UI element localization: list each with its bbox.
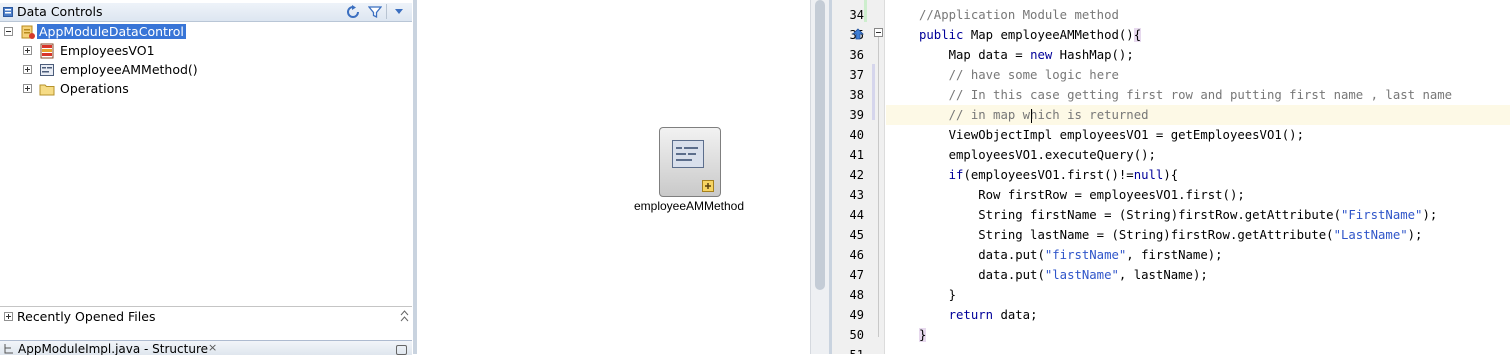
tree-item-app-module-data-control[interactable]: AppModuleDataControl xyxy=(0,23,400,42)
structure-tab[interactable]: AppModuleImpl.java - Structure × xyxy=(0,340,412,355)
tree-item-employees-vo1[interactable]: EmployeesVO1 xyxy=(0,42,400,61)
code-line[interactable]: 42 if(employeesVO1.first()!=null){ xyxy=(832,165,1510,185)
line-number: 36 xyxy=(849,48,864,62)
expand-toggle[interactable] xyxy=(4,312,13,321)
override-arrow-icon[interactable] xyxy=(852,28,864,40)
line-number: 49 xyxy=(849,308,864,322)
code-text: data.put("lastName", lastName); xyxy=(919,268,1208,282)
code-text: // In this case getting first row and pu… xyxy=(948,88,1453,102)
tree-item-employee-am-method[interactable]: employeeAMMethod() xyxy=(0,61,400,80)
code-line[interactable]: 41 employeesVO1.executeQuery(); xyxy=(832,145,1510,165)
recently-opened-files-bar[interactable]: Recently Opened Files xyxy=(0,306,412,325)
panel-icon xyxy=(3,7,13,17)
line-number: 40 xyxy=(849,128,864,142)
data-controls-title: Data Controls xyxy=(17,4,103,19)
line-number: 43 xyxy=(849,188,864,202)
line-number: 39 xyxy=(849,108,864,122)
code-text: //Application Module method xyxy=(919,8,1119,22)
code-text: } xyxy=(919,328,927,342)
folder-icon xyxy=(39,84,55,96)
code-text: employeesVO1.executeQuery(); xyxy=(919,148,1156,162)
code-line[interactable]: 43 Row firstRow = employeesVO1.first(); xyxy=(832,185,1510,205)
code-text: String firstName = (String)firstRow.getA… xyxy=(919,208,1438,222)
structure-tab-label: AppModuleImpl.java - Structure xyxy=(18,342,208,355)
view-object-icon xyxy=(40,43,54,59)
toolbar-separator xyxy=(386,4,387,19)
code-text: return data; xyxy=(948,308,1038,322)
code-line[interactable]: 35public Map employeeAMMethod(){ xyxy=(832,25,1510,45)
data-control-icon xyxy=(21,25,35,39)
data-controls-panel: Data Controls AppModuleDataControl Emplo… xyxy=(0,0,413,355)
page-definition-canvas: employeeAMMethod xyxy=(417,0,810,354)
line-number: 51 xyxy=(832,348,864,354)
line-number: 47 xyxy=(849,268,864,282)
method-icon xyxy=(672,140,704,168)
code-text: } xyxy=(948,288,957,302)
data-controls-header: Data Controls xyxy=(0,3,412,22)
line-number: 44 xyxy=(849,208,864,222)
method-icon xyxy=(40,64,54,76)
tree-item-label: AppModuleDataControl xyxy=(37,24,186,39)
recently-opened-files-label: Recently Opened Files xyxy=(17,309,156,324)
code-line[interactable]: 40 ViewObjectImpl employeesVO1 = getEmpl… xyxy=(832,125,1510,145)
line-number: 34 xyxy=(849,8,864,22)
code-line[interactable]: 46 data.put("firstName", firstName); xyxy=(832,245,1510,265)
code-text: public Map employeeAMMethod(){ xyxy=(919,28,1142,42)
code-line[interactable]: 44 String firstName = (String)firstRow.g… xyxy=(832,205,1510,225)
code-text: // in map which is returned xyxy=(948,108,1149,122)
tree-item-label: Operations xyxy=(60,81,129,96)
text-caret xyxy=(1031,109,1032,123)
chevron-down-icon[interactable] xyxy=(394,8,404,16)
line-number: 42 xyxy=(849,168,864,182)
collapse-toggle[interactable] xyxy=(4,27,13,36)
code-editor[interactable]: 34 //Application Module method 35public Ma… xyxy=(832,0,1510,354)
structure-icon xyxy=(4,344,13,354)
code-line[interactable]: 47 data.put("lastName", lastName); xyxy=(832,265,1510,285)
scroll-arrows-icon[interactable] xyxy=(400,310,409,322)
code-line[interactable]: 38 // In this case getting first row and… xyxy=(832,85,1510,105)
line-number: 41 xyxy=(849,148,864,162)
scrollbar-thumb[interactable] xyxy=(815,0,825,290)
vertical-scrollbar[interactable] xyxy=(810,0,829,354)
code-line[interactable]: 36 Map data = new HashMap(); xyxy=(832,45,1510,65)
code-text: Row firstRow = employeesVO1.first(); xyxy=(919,188,1245,202)
code-text: // have some logic here xyxy=(948,68,1119,82)
expand-toggle[interactable] xyxy=(23,46,32,55)
code-line[interactable]: 48 } xyxy=(832,285,1510,305)
tree-item-label: EmployeesVO1 xyxy=(60,43,155,58)
code-text: String lastName = (String)firstRow.getAt… xyxy=(919,228,1423,242)
fold-toggle[interactable] xyxy=(874,28,883,37)
code-text: data.put("firstName", firstName); xyxy=(919,248,1223,262)
close-icon[interactable]: × xyxy=(208,341,217,354)
change-marker xyxy=(872,64,875,120)
tree-item-operations[interactable]: Operations xyxy=(0,80,400,99)
tree-item-label: employeeAMMethod() xyxy=(60,62,198,77)
method-binding-label: employeeAMMethod xyxy=(633,199,745,213)
code-line[interactable]: 37 // have some logic here xyxy=(832,65,1510,85)
filter-icon[interactable] xyxy=(368,5,382,19)
code-line[interactable]: 51 xyxy=(832,345,1510,354)
line-number: 45 xyxy=(849,228,864,242)
refresh-icon[interactable] xyxy=(346,5,360,19)
line-number: 38 xyxy=(849,88,864,102)
code-line[interactable]: 50} xyxy=(832,325,1510,345)
change-marker xyxy=(864,0,867,22)
code-line[interactable]: 45 String lastName = (String)firstRow.ge… xyxy=(832,225,1510,245)
code-text: if(employeesVO1.first()!=null){ xyxy=(948,168,1179,182)
binding-badge-icon xyxy=(702,180,714,192)
code-text: ViewObjectImpl employeesVO1 = getEmploye… xyxy=(919,128,1304,142)
code-line[interactable]: 39 // in map which is returned xyxy=(832,105,1510,125)
fold-line xyxy=(878,37,879,337)
code-line[interactable]: 49 return data; xyxy=(832,305,1510,325)
line-number: 46 xyxy=(849,248,864,262)
line-number: 48 xyxy=(849,288,864,302)
method-binding-node[interactable] xyxy=(659,127,721,197)
code-line[interactable]: 34 //Application Module method xyxy=(832,5,1510,25)
data-controls-tree: AppModuleDataControl EmployeesVO1 employ… xyxy=(0,22,412,302)
line-number: 37 xyxy=(849,68,864,82)
line-number: 50 xyxy=(849,328,864,342)
code-text: Map data = new HashMap(); xyxy=(919,48,1134,62)
expand-toggle[interactable] xyxy=(23,84,32,93)
expand-toggle[interactable] xyxy=(23,65,32,74)
